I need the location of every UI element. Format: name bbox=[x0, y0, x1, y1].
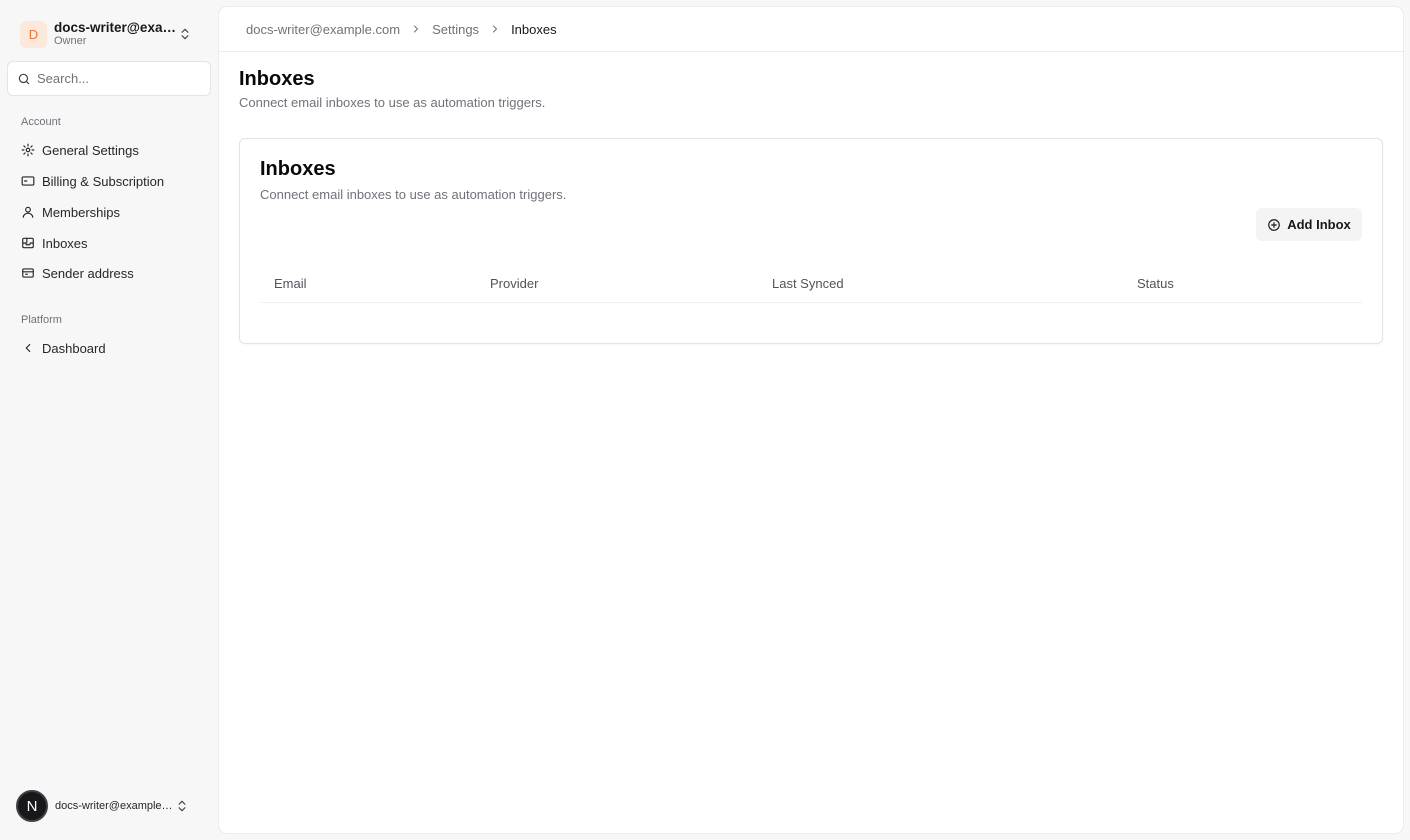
column-header-last-synced: Last Synced bbox=[772, 276, 844, 291]
column-header-provider: Provider bbox=[490, 276, 539, 291]
user-switcher[interactable]: N docs-writer@example.com bbox=[8, 786, 204, 826]
org-name: docs-writer@example.com bbox=[54, 19, 178, 35]
add-inbox-button[interactable]: Add Inbox bbox=[1256, 208, 1362, 241]
search-input[interactable] bbox=[37, 71, 197, 86]
page-description: Connect email inboxes to use as automati… bbox=[239, 95, 546, 110]
search-box bbox=[7, 61, 211, 96]
mailbox-icon bbox=[22, 268, 34, 278]
sidebar: D docs-writer@example.com Owner Account … bbox=[0, 0, 218, 840]
search-icon bbox=[18, 73, 30, 84]
sidebar-item-sender-address[interactable]: Sender address bbox=[13, 259, 207, 287]
chevron-left-icon bbox=[25, 343, 31, 353]
breadcrumb-item-account[interactable]: docs-writer@example.com bbox=[246, 22, 400, 37]
user-icon bbox=[22, 206, 34, 218]
chevron-right-icon bbox=[414, 25, 419, 33]
org-switcher[interactable]: D docs-writer@example.com Owner bbox=[8, 12, 204, 56]
gear-icon bbox=[21, 143, 35, 157]
sidebar-item-general-settings[interactable]: General Settings bbox=[13, 136, 207, 164]
table-header: Email Provider Last Synced Status bbox=[260, 263, 1362, 303]
card-title: Inboxes bbox=[260, 158, 336, 180]
org-role: Owner bbox=[54, 35, 87, 48]
sidebar-item-label: Memberships bbox=[42, 204, 121, 220]
sidebar-item-dashboard[interactable]: Dashboard bbox=[13, 334, 207, 362]
sidebar-item-label: General Settings bbox=[42, 142, 139, 158]
user-email: docs-writer@example.com bbox=[55, 800, 175, 812]
inbox-icon bbox=[22, 237, 34, 249]
nav-group-account-label: Account bbox=[21, 116, 61, 128]
breadcrumb-item-settings[interactable]: Settings bbox=[432, 22, 479, 37]
main-panel: docs-writer@example.com Settings Inboxes… bbox=[219, 7, 1403, 833]
breadcrumb: docs-writer@example.com Settings Inboxes bbox=[219, 7, 1403, 52]
chevron-up-down-icon bbox=[181, 28, 189, 40]
avatar: N bbox=[16, 790, 48, 822]
chevron-right-icon bbox=[493, 25, 498, 33]
sidebar-item-memberships[interactable]: Memberships bbox=[13, 198, 207, 226]
sidebar-item-label: Inboxes bbox=[42, 235, 88, 251]
add-inbox-label: Add Inbox bbox=[1287, 217, 1351, 232]
sidebar-item-label: Dashboard bbox=[42, 340, 106, 356]
chevron-up-down-icon bbox=[178, 800, 186, 812]
inboxes-card: Inboxes Connect email inboxes to use as … bbox=[239, 138, 1383, 344]
sidebar-item-label: Sender address bbox=[42, 265, 134, 281]
nav-group-platform-label: Platform bbox=[21, 314, 62, 326]
plus-circle-icon bbox=[1268, 218, 1281, 231]
column-header-status: Status bbox=[1137, 276, 1174, 291]
org-avatar: D bbox=[20, 20, 47, 48]
sidebar-item-label: Billing & Subscription bbox=[42, 173, 165, 189]
column-header-email: Email bbox=[274, 276, 307, 291]
breadcrumb-item-inboxes: Inboxes bbox=[511, 21, 557, 37]
sidebar-item-inboxes[interactable]: Inboxes bbox=[13, 229, 207, 257]
credit-card-icon bbox=[21, 176, 35, 186]
page-title: Inboxes bbox=[239, 68, 315, 90]
card-description: Connect email inboxes to use as automati… bbox=[260, 187, 567, 202]
sidebar-item-billing[interactable]: Billing & Subscription bbox=[13, 167, 207, 195]
